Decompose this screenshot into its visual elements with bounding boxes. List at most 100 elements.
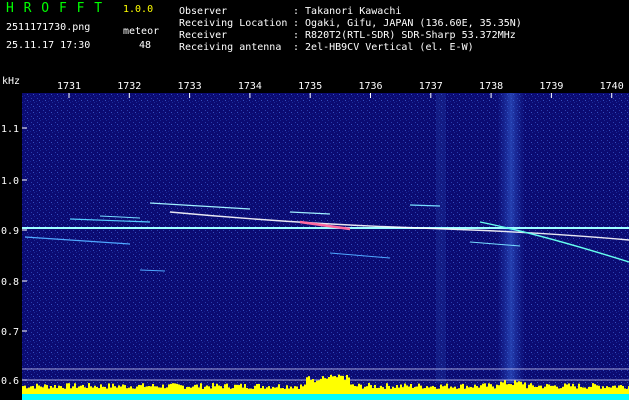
noise-bar [426,386,428,394]
noise-bar [296,386,298,394]
noise-bar [284,388,286,394]
noise-bar [348,377,350,394]
noise-bar [428,387,430,394]
noise-bar [534,386,536,394]
noise-bar [324,378,326,394]
noise-bar [138,384,140,394]
noise-bar [154,386,156,394]
noise-bar [82,384,84,394]
noise-bar [460,384,462,394]
noise-bar [252,388,254,394]
noise-bar [436,388,438,394]
noise-bar [358,383,360,394]
noise-bar [362,388,364,394]
noise-bar [76,387,78,394]
noise-bar [158,387,160,394]
noise-bar [176,383,178,394]
noise-bar [294,386,296,394]
noise-bar [420,385,422,394]
noise-bar [482,383,484,394]
noise-bar [616,387,618,394]
noise-bar [544,386,546,394]
x-tick-label: 1735 [298,81,322,92]
noise-bar [600,388,602,394]
noise-bar [162,384,164,394]
noise-bar [174,383,176,394]
noise-bar [622,386,624,394]
noise-bar [98,388,100,394]
noise-bar [256,384,258,394]
noise-bar [416,386,418,394]
noise-bar [352,384,354,394]
noise-bar [182,385,184,394]
header: H R O F F T 1.0.0 2511171730.png 25.11.1… [0,0,629,87]
noise-bar [90,386,92,394]
noise-bar [418,383,420,394]
noise-bar [474,384,476,394]
noise-bar [472,387,474,394]
noise-bar [430,386,432,394]
noise-bar [234,384,236,394]
noise-bar [390,388,392,394]
noise-bar [228,387,230,394]
noise-bar [398,387,400,394]
noise-bar [606,386,608,394]
noise-bar [388,385,390,394]
noise-bar [578,383,580,394]
noise-bar [206,385,208,394]
noise-bar [248,388,250,394]
noise-bar [506,384,508,394]
noise-bar [422,388,424,394]
noise-bar [332,376,334,394]
noise-bar [100,384,102,394]
receiver-label: Receiver [179,30,228,41]
y-tick-label: 0.8 [1,277,19,288]
noise-bar [290,386,292,394]
noise-bar [508,383,510,394]
noise-bar [194,384,196,394]
noise-bar [110,387,112,394]
noise-bar [264,388,266,394]
observer-label: Observer [179,6,228,17]
noise-bar [612,385,614,394]
noise-bar [484,383,486,394]
noise-bar [150,386,152,394]
noise-bar [450,386,452,394]
noise-bar [464,388,466,394]
noise-bar [188,386,190,394]
location-value: : Ogaki, Gifu, JAPAN (136.60E, 35.35N) [293,18,522,29]
noise-bar [66,383,68,394]
noise-bar [214,386,216,394]
x-tick-label: 1732 [117,81,141,92]
noise-bar [524,382,526,394]
noise-bar [190,387,192,394]
noise-bar [286,385,288,394]
noise-bar [28,387,30,394]
noise-bar [374,384,376,394]
noise-bar [512,385,514,394]
interference-band [497,93,525,383]
y-tick-label: 0.9 [1,226,19,237]
noise-bar [568,383,570,394]
noise-bar [70,388,72,394]
noise-bar [260,388,262,394]
noise-bar [438,388,440,394]
noise-bar [574,386,576,394]
noise-bar [566,384,568,394]
noise-bar [104,386,106,394]
noise-bar [458,388,460,394]
noise-bar [310,379,312,394]
noise-bar [204,386,206,394]
noise-bar [142,383,144,394]
noise-bar [576,388,578,394]
location-label: Receiving Location [179,18,288,29]
noise-bar [386,383,388,394]
noise-bar [42,387,44,394]
noise-bar [236,384,238,394]
noise-bar [208,386,210,394]
noise-bar [58,385,60,394]
noise-bar [102,386,104,394]
noise-bar [246,387,248,394]
noise-bar [276,387,278,394]
noise-bar [84,387,86,394]
